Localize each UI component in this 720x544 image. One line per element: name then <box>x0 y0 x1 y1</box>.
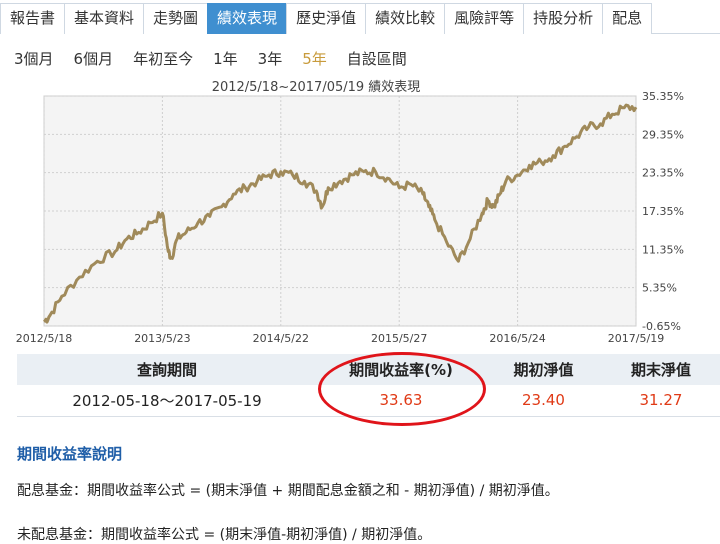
tab-risk-rating[interactable]: 風險評等 <box>444 3 525 34</box>
period-3m[interactable]: 3個月 <box>14 48 54 70</box>
x-tick-label: 2012/5/18 <box>16 332 72 345</box>
chart-svg: -0.65%5.35%11.35%17.35%23.35%29.35%35.35… <box>16 90 684 345</box>
y-tick-label: 5.35% <box>642 282 677 295</box>
x-tick-label: 2015/5/27 <box>371 332 427 345</box>
cell-period: 2012-05-18～2017-05-19 <box>17 385 317 417</box>
header-period: 查詢期間 <box>17 354 317 385</box>
y-tick-label: 11.35% <box>642 243 684 256</box>
tab-trend-chart[interactable]: 走勢圖 <box>143 3 209 34</box>
cell-end-nav: 31.27 <box>602 385 720 417</box>
x-tick-label: 2013/5/23 <box>134 332 190 345</box>
period-ytd[interactable]: 年初至今 <box>133 48 193 70</box>
period-selector: 3個月 6個月 年初至今 1年 3年 5年 自設區間 <box>14 48 407 70</box>
period-5y[interactable]: 5年 <box>302 48 327 70</box>
tab-holdings[interactable]: 持股分析 <box>523 3 604 34</box>
tab-performance-compare[interactable]: 績效比較 <box>365 3 446 34</box>
period-1y[interactable]: 1年 <box>213 48 238 70</box>
tab-bar: 報告書 基本資料 走勢圖 績效表現 歷史淨值 績效比較 風險評等 持股分析 配息 <box>0 0 720 34</box>
highlight-oval <box>318 352 486 426</box>
y-tick-label: 35.35% <box>642 90 684 103</box>
explanation-non-dividend-fund: 未配息基金：期間收益率公式 = (期末淨值-期初淨值) / 期初淨值。 <box>17 527 432 543</box>
y-tick-label: 23.35% <box>642 167 684 180</box>
chart-title: 2012/5/18~2017/05/19 績效表現 <box>211 80 421 95</box>
header-end-nav: 期末淨值 <box>602 354 720 385</box>
tab-basic-info[interactable]: 基本資料 <box>64 3 145 34</box>
tab-dividend[interactable]: 配息 <box>602 3 653 34</box>
period-6m[interactable]: 6個月 <box>74 48 114 70</box>
y-tick-label: 29.35% <box>642 128 684 141</box>
x-tick-label: 2016/5/24 <box>489 332 545 345</box>
explanation-dividend-fund: 配息基金：期間收益率公式 = (期末淨值 + 期間配息金額之和 - 期初淨值) … <box>17 483 559 499</box>
tab-history-nav[interactable]: 歷史淨值 <box>286 3 367 34</box>
performance-chart: -0.65% 5.35% 11.35% 17.35% 23.35% 29.35% 35.35… <box>16 74 720 354</box>
period-3y[interactable]: 3年 <box>258 48 283 70</box>
tab-report[interactable]: 報告書 <box>0 3 66 34</box>
header-start-nav: 期初淨值 <box>485 354 602 385</box>
period-custom[interactable]: 自設區間 <box>347 48 407 70</box>
tab-performance[interactable]: 績效表現 <box>207 3 288 34</box>
x-tick-label: 2017/5/19 <box>608 332 664 345</box>
x-tick-label: 2014/5/22 <box>253 332 309 345</box>
explanation-title: 期間收益率說明 <box>17 445 123 463</box>
y-tick-label: 17.35% <box>642 205 684 218</box>
cell-start-nav: 23.40 <box>485 385 602 417</box>
